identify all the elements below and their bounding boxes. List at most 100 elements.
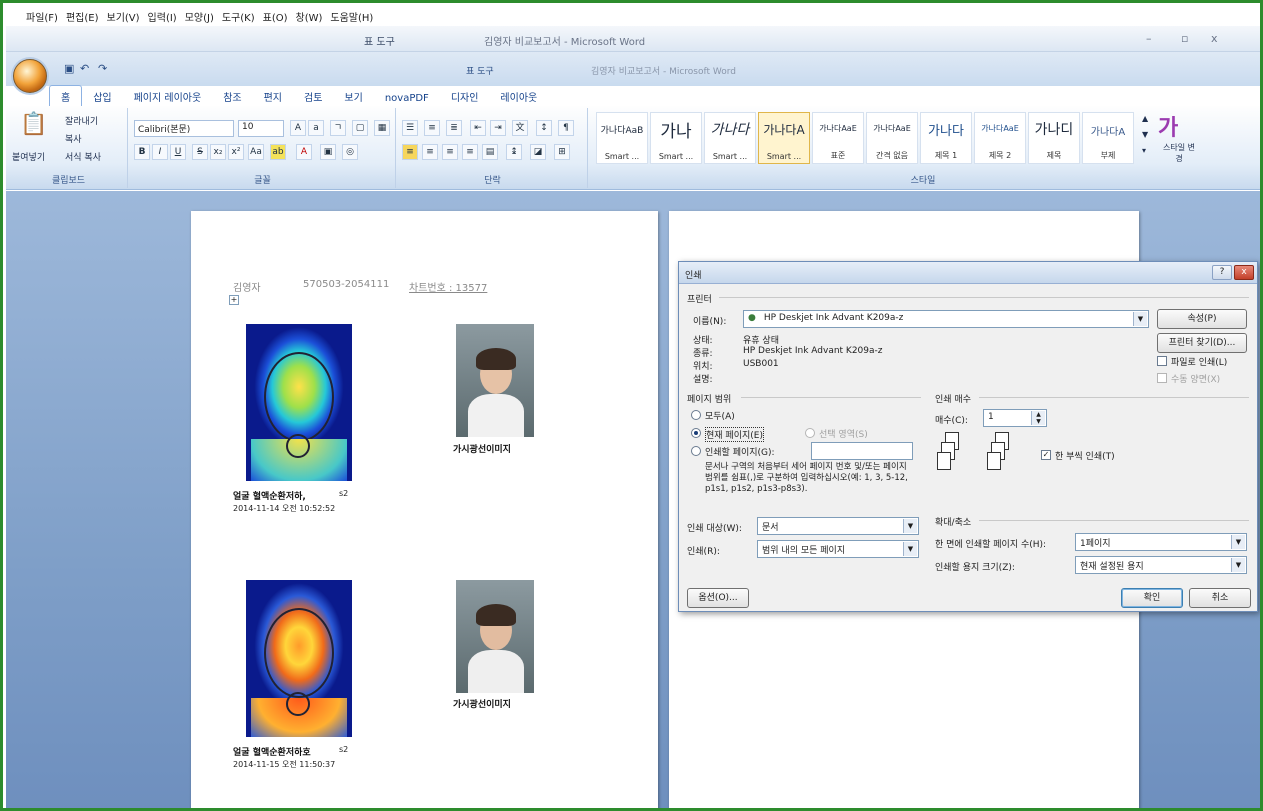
numbering-icon[interactable]: ≡ <box>424 120 440 136</box>
style-tile-9[interactable]: 가나디 제목 <box>1028 112 1080 164</box>
dialog-close-icon[interactable]: x <box>1234 265 1254 280</box>
print-dropdown-icon[interactable]: ▼ <box>903 542 917 556</box>
decrease-indent-icon[interactable]: ⇤ <box>470 120 486 136</box>
font-name-combo[interactable]: Calibri(본문) <box>134 120 234 137</box>
format-painter-button[interactable]: 서식 복사 <box>65 150 101 163</box>
align-center-icon[interactable]: ≡ <box>422 144 438 160</box>
find-printer-button[interactable]: 프린터 찾기(D)... <box>1157 333 1247 353</box>
collate-checkbox[interactable]: ✓ <box>1041 450 1051 460</box>
range-all-radio[interactable] <box>691 410 701 420</box>
style-tile-4[interactable]: 가나다A Smart ... <box>758 112 810 164</box>
tab-page-layout[interactable]: 페이지 레이아웃 <box>123 86 213 107</box>
restore-icon[interactable]: ▫ <box>1181 32 1188 45</box>
style-tile-7[interactable]: 가나다 제목 1 <box>920 112 972 164</box>
multilevel-list-icon[interactable]: ≣ <box>446 120 462 136</box>
save-icon[interactable]: ▣ <box>64 62 74 75</box>
minimize-icon[interactable]: – <box>1146 32 1152 45</box>
change-styles-button[interactable]: 스타일 변경 <box>1160 142 1198 164</box>
grow-font-icon[interactable]: A <box>290 120 306 136</box>
style-tile-2[interactable]: 가나 Smart ... <box>650 112 702 164</box>
strikethrough-icon[interactable]: S <box>192 144 208 160</box>
align-left-icon[interactable]: ≡ <box>402 144 418 160</box>
undo-icon[interactable]: ↶ <box>80 62 89 75</box>
scale-dropdown-icon[interactable]: ▼ <box>1231 558 1245 572</box>
underline-icon[interactable]: U <box>170 144 186 160</box>
tab-home[interactable]: 홈 <box>49 85 83 107</box>
char-border-icon[interactable]: ▢ <box>352 120 368 136</box>
range-current-page-radio[interactable] <box>691 428 701 438</box>
subscript-icon[interactable]: x₂ <box>210 144 226 160</box>
table-move-handle-icon[interactable]: + <box>229 295 239 305</box>
options-button[interactable]: 옵션(O)... <box>687 588 749 608</box>
superscript-icon[interactable]: x² <box>228 144 244 160</box>
style-tile-5[interactable]: 가나다AaE 표준 <box>812 112 864 164</box>
scale-select[interactable]: 현재 설정된 용지 ▼ <box>1075 556 1247 574</box>
show-marks-icon[interactable]: ¶ <box>558 120 574 136</box>
printer-dropdown-icon[interactable]: ▼ <box>1133 312 1147 326</box>
help-icon[interactable]: ? <box>1212 265 1232 280</box>
distribute-icon[interactable]: ▤ <box>482 144 498 160</box>
tab-mailings[interactable]: 편지 <box>253 86 293 107</box>
font-color-icon[interactable]: A <box>296 144 312 160</box>
cancel-button[interactable]: 취소 <box>1189 588 1251 608</box>
menu-file[interactable]: 파일(F) <box>26 9 58 24</box>
tab-novapdf[interactable]: novaPDF <box>374 90 440 107</box>
asian-layout-icon[interactable]: 文 <box>512 120 528 136</box>
pages-per-sheet-select[interactable]: 1페이지 ▼ <box>1075 533 1247 551</box>
tab-layout[interactable]: 레이아웃 <box>489 86 548 107</box>
enclose-char-icon[interactable]: ◎ <box>342 144 358 160</box>
printer-name-select[interactable]: ● HP Deskjet Ink Advant K209a-z ▼ <box>743 310 1149 328</box>
menu-view[interactable]: 보기(V) <box>107 9 140 24</box>
bullets-icon[interactable]: ☰ <box>402 120 418 136</box>
manual-duplex-checkbox[interactable] <box>1157 373 1167 383</box>
tab-review[interactable]: 검토 <box>293 86 333 107</box>
paste-icon[interactable]: 📋 <box>20 112 47 137</box>
menu-insert[interactable]: 입력(I) <box>148 9 177 24</box>
cut-button[interactable]: 잘라내기 <box>65 114 98 127</box>
styles-scroll-up-icon[interactable]: ▲ <box>1142 114 1148 123</box>
bold-icon[interactable]: B <box>134 144 150 160</box>
italic-icon[interactable]: I <box>152 144 168 160</box>
document-page-1[interactable]: 김영자 570503-2054111 차트번호 : 13577 + 가시광선이미… <box>191 211 658 808</box>
align-right-icon[interactable]: ≡ <box>442 144 458 160</box>
menu-table[interactable]: 표(O) <box>263 9 288 24</box>
tab-design[interactable]: 디자인 <box>440 86 490 107</box>
copy-button[interactable]: 복사 <box>65 132 82 145</box>
menu-tools[interactable]: 도구(K) <box>222 9 255 24</box>
style-tile-6[interactable]: 가나다AaE 간격 없음 <box>866 112 918 164</box>
borders-icon[interactable]: ⊞ <box>554 144 570 160</box>
increase-indent-icon[interactable]: ⇥ <box>490 120 506 136</box>
sort-icon[interactable]: ↕ <box>536 120 552 136</box>
menu-window[interactable]: 창(W) <box>296 9 323 24</box>
highlight-icon[interactable]: ab <box>270 144 286 160</box>
tab-insert[interactable]: 삽입 <box>82 86 122 107</box>
style-tile-1[interactable]: 가나다AaB Smart ... <box>596 112 648 164</box>
print-what-dropdown-icon[interactable]: ▼ <box>903 519 917 533</box>
style-tile-10[interactable]: 가나다A 부제 <box>1082 112 1134 164</box>
copies-input[interactable]: 1 ▲ ▼ <box>983 409 1047 427</box>
range-selection-radio[interactable] <box>805 428 815 438</box>
phonetic-icon[interactable]: ㄱ <box>330 120 346 136</box>
copies-spin-icon[interactable]: ▲ ▼ <box>1031 411 1045 425</box>
close-icon[interactable]: x <box>1211 32 1218 45</box>
shading-icon[interactable]: ◪ <box>530 144 546 160</box>
redo-icon[interactable]: ↷ <box>98 62 107 75</box>
menu-help[interactable]: 도움말(H) <box>330 9 373 24</box>
line-spacing-icon[interactable]: ↨ <box>506 144 522 160</box>
print-to-file-checkbox[interactable] <box>1157 356 1167 366</box>
office-button[interactable] <box>13 59 47 93</box>
tab-references[interactable]: 참조 <box>212 86 252 107</box>
change-case-icon[interactable]: Aa <box>248 144 264 160</box>
properties-button[interactable]: 속성(P) <box>1157 309 1247 329</box>
print-what-select[interactable]: 문서 ▼ <box>757 517 919 535</box>
justify-icon[interactable]: ≡ <box>462 144 478 160</box>
style-tile-8[interactable]: 가나다AaE 제목 2 <box>974 112 1026 164</box>
tab-view[interactable]: 보기 <box>333 86 373 107</box>
char-scale-icon[interactable]: ▣ <box>320 144 336 160</box>
shrink-font-icon[interactable]: a <box>308 120 324 136</box>
font-size-combo[interactable]: 10 <box>238 120 284 137</box>
styles-more-icon[interactable]: ▾ <box>1142 146 1146 155</box>
menu-format[interactable]: 모양(J) <box>185 9 214 24</box>
pages-input[interactable] <box>811 442 913 460</box>
menu-edit[interactable]: 편집(E) <box>66 9 99 24</box>
